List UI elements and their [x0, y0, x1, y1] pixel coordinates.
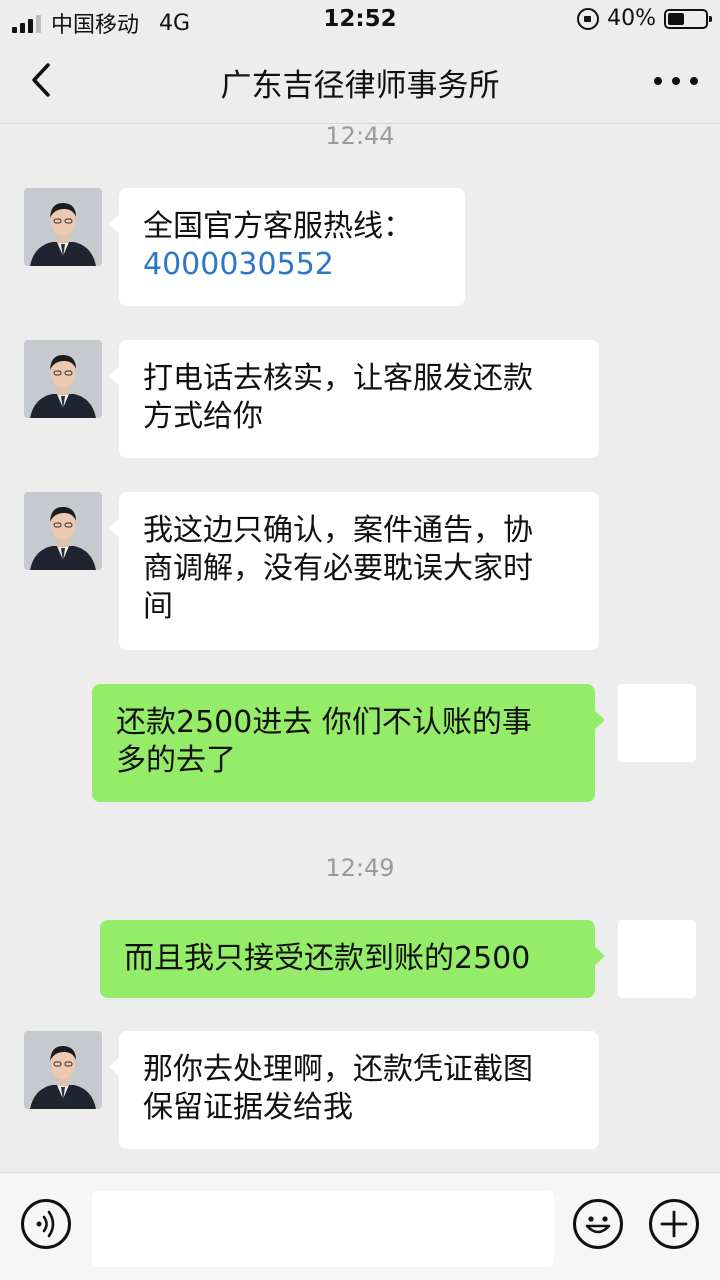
- outgoing-message[interactable]: 还款2500进去 你们不认账的事 多的去了: [92, 684, 605, 802]
- contact-avatar[interactable]: [24, 1031, 102, 1109]
- message-text: 打电话去核实，让客服发还款: [143, 361, 533, 396]
- rotation-lock-icon: [577, 7, 600, 30]
- message-text: 我这边只确认，案件通告，协: [143, 513, 533, 548]
- battery-percent: 40%: [607, 6, 656, 31]
- emoji-button[interactable]: [573, 1199, 623, 1249]
- message-text: 间: [143, 589, 173, 624]
- phone-number-link[interactable]: 4000030552: [143, 246, 441, 284]
- message-input[interactable]: [92, 1191, 554, 1267]
- incoming-message[interactable]: 那你去处理啊，还款凭证截图 保留证据发给我: [109, 1031, 599, 1149]
- timestamp: 12:49: [325, 854, 395, 882]
- contact-avatar[interactable]: [24, 492, 102, 570]
- voice-button[interactable]: [21, 1199, 71, 1249]
- contact-avatar[interactable]: [24, 340, 102, 418]
- message-text: 保留证据发给我: [143, 1090, 353, 1125]
- incoming-message[interactable]: 我这边只确认，案件通告，协 商调解，没有必要耽误大家时 间: [109, 492, 599, 650]
- input-bar: [0, 1172, 720, 1280]
- message-text: 而且我只接受还款到账的2500: [124, 941, 531, 976]
- more-functions-button[interactable]: [649, 1199, 699, 1249]
- message-text: 还款2500进去 你们不认账的事: [116, 705, 532, 740]
- message-text: 商调解，没有必要耽误大家时: [143, 551, 533, 586]
- contact-avatar[interactable]: [24, 188, 102, 266]
- message-text: 多的去了: [116, 743, 236, 778]
- nav-bar: 广东吉径律师事务所: [0, 40, 720, 124]
- ellipsis-icon: [654, 77, 662, 85]
- message-text: 那你去处理啊，还款凭证截图: [143, 1052, 533, 1087]
- incoming-message[interactable]: 打电话去核实，让客服发还款 方式给你: [109, 340, 599, 458]
- chat-area[interactable]: 12:44 全国官方客服热线： 4000030552 打电话去核实，让客服发还款…: [0, 124, 720, 1172]
- my-avatar[interactable]: [618, 684, 696, 762]
- plus-icon: [660, 1210, 688, 1238]
- incoming-message[interactable]: 全国官方客服热线： 4000030552: [109, 188, 465, 306]
- emoji-icon: [585, 1216, 611, 1234]
- message-text: 全国官方客服热线：: [143, 209, 413, 244]
- outgoing-message[interactable]: 而且我只接受还款到账的2500: [100, 920, 605, 998]
- more-button[interactable]: [654, 66, 698, 96]
- voice-icon: [36, 1210, 55, 1238]
- message-text: 方式给你: [143, 399, 263, 434]
- battery-icon: [664, 8, 712, 29]
- timestamp: 12:44: [325, 124, 395, 150]
- chat-title: 广东吉径律师事务所: [220, 68, 500, 104]
- my-avatar[interactable]: [618, 920, 696, 998]
- status-bar: 中国移动 4G 12:52 40%: [0, 0, 720, 40]
